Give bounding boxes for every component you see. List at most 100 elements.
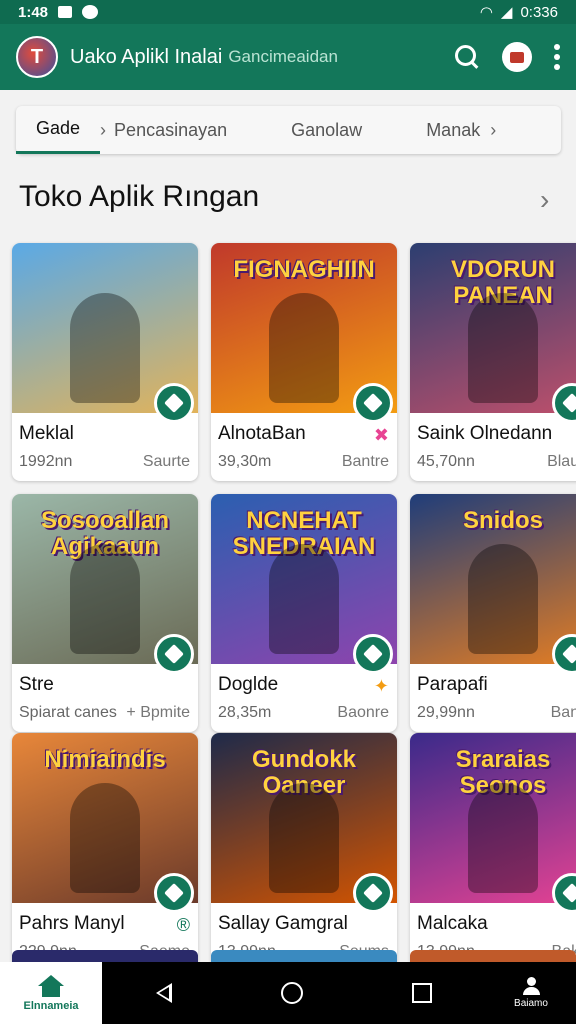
status-right-text: 0:336 — [520, 3, 558, 21]
install-badge-icon[interactable] — [552, 873, 576, 913]
app-name: Stre — [19, 674, 54, 695]
install-badge-icon[interactable] — [154, 873, 194, 913]
app-name: AlnotaBan — [218, 423, 306, 444]
tab-label: Manak — [426, 119, 481, 140]
install-badge-icon[interactable] — [353, 634, 393, 674]
app-subtitle: Gancimeaidan — [228, 47, 338, 66]
app-card[interactable]: NimiaindisPahrs Manyl229,9nnSaeme® — [12, 733, 198, 971]
app-tag: Band — [550, 704, 576, 721]
app-card[interactable]: NCNEHAT SNEDRAIAN Doglde 28,35m Baonre ✦ — [211, 494, 397, 732]
mail-icon — [58, 6, 73, 18]
install-badge-icon[interactable] — [154, 383, 194, 423]
app-tag: Saurte — [142, 453, 190, 470]
hero-figure — [70, 544, 140, 654]
system-home-icon[interactable] — [280, 982, 303, 1004]
app-bar: T Uako Aplikl Inalai Gancimeaidan — [0, 24, 576, 90]
hero-figure — [269, 544, 339, 654]
app-thumbnail: Gundokk Oaneer — [211, 733, 397, 913]
hero-figure — [269, 783, 339, 893]
app-size: Spiarat canes — [19, 704, 117, 721]
app-card[interactable]: Sraraias SeonosMalcaka13,99nnBaka — [410, 733, 576, 971]
signal-icon: ◢ — [500, 4, 513, 21]
app-thumbnail: VDORUN PANEAN — [410, 243, 576, 423]
app-size: 39,30m — [218, 453, 272, 470]
app-thumbnail — [12, 243, 198, 423]
app-name: Doglde — [218, 674, 279, 695]
chevron-right-icon[interactable]: › — [490, 120, 496, 141]
app-thumbnail: Nimiaindis — [12, 733, 198, 913]
install-badge-icon[interactable] — [353, 873, 393, 913]
status-time: 1:48 — [18, 3, 49, 21]
app-name: Meklal — [19, 423, 74, 444]
app-card[interactable]: VDORUN PANEANSaink Olnedann 45,70nn Blaud — [410, 243, 576, 481]
status-bar: 1:48 ◠ ◢ 0:336 — [0, 0, 576, 24]
app-card[interactable]: FIGNAGHIIN AlnotaBan 39,30m Bantre ✖ — [211, 243, 397, 481]
app-mark-icon: ® — [176, 915, 190, 935]
app-logo[interactable]: T — [16, 36, 58, 78]
search-icon[interactable] — [454, 44, 480, 70]
app-title: Uako Aplikl Inalai — [70, 45, 223, 68]
store-icon[interactable] — [502, 42, 532, 72]
app-name: Saink Olnedann — [417, 423, 553, 444]
wifi-icon: ◠ — [479, 4, 493, 21]
next-row-peek — [12, 950, 198, 962]
hero-figure — [70, 783, 140, 893]
category-tabs: Gade › Pencasinayan Ganolaw Manak › — [16, 106, 561, 154]
nav-profile[interactable]: Baiamo — [486, 977, 576, 1009]
tab-ganolaw[interactable]: Ganolaw — [247, 106, 382, 154]
profile-icon — [522, 977, 540, 995]
install-badge-icon[interactable] — [353, 383, 393, 423]
app-size: 1992nn — [19, 453, 73, 470]
app-name: Sallay Gamgral — [218, 913, 348, 934]
app-card[interactable]: Meklal 1992nn Saurte — [12, 243, 198, 481]
app-name: Malcaka — [417, 913, 488, 934]
recent-apps-icon[interactable] — [411, 983, 432, 1003]
hero-figure — [70, 293, 140, 403]
app-banner-text: FIGNAGHIIN — [233, 256, 375, 283]
logo-letter: T — [30, 45, 44, 68]
hero-figure — [269, 293, 339, 403]
nav-home-label: Elnnameia — [23, 999, 79, 1012]
tab-gade[interactable]: Gade — [16, 106, 101, 154]
app-mark-icon: ✖ — [373, 425, 389, 445]
app-thumbnail: NCNEHAT SNEDRAIAN — [211, 494, 397, 674]
app-size: 28,35m — [218, 704, 272, 721]
app-tag: + Bpmite — [126, 704, 190, 721]
app-tag: Baonre — [337, 704, 389, 721]
app-banner-text: Snidos — [462, 507, 543, 534]
app-thumbnail: FIGNAGHIIN — [211, 243, 397, 423]
app-size: 45,70nn — [417, 453, 475, 470]
app-card[interactable]: Sosooallan Agikaaun Stre Spiarat canes + Bp… — [12, 494, 198, 732]
nav-profile-label: Baiamo — [514, 998, 548, 1009]
nav-home[interactable]: Elnnameia — [0, 962, 102, 1024]
app-mark-icon: ✦ — [373, 676, 389, 696]
app-size: 29,99nn — [417, 704, 475, 721]
tab-manak[interactable]: Manak — [382, 106, 488, 154]
section-more-arrow-icon[interactable]: › — [540, 184, 549, 216]
more-options-icon[interactable] — [554, 44, 560, 70]
install-badge-icon[interactable] — [552, 383, 576, 423]
app-tag: Blaud — [547, 453, 576, 470]
app-card[interactable]: Gundokk OaneerSallay Gamgral13,99nnSeums — [211, 733, 397, 971]
section-title: Toko Aplik Rıngan — [19, 180, 260, 213]
bottom-navigation: Elnnameia Baiamo — [0, 962, 576, 1024]
app-card[interactable]: Snidos Parapafi 29,99nn Band — [410, 494, 576, 732]
install-badge-icon[interactable] — [552, 634, 576, 674]
next-row-peek — [211, 950, 397, 962]
hero-figure — [468, 544, 538, 654]
tab-label: Ganolaw — [291, 119, 363, 140]
app-banner-text: Nimiaindis — [44, 746, 166, 773]
home-icon — [38, 974, 64, 997]
hero-figure — [468, 293, 538, 403]
back-icon[interactable] — [156, 983, 173, 1003]
app-thumbnail: Sosooallan Agikaaun — [12, 494, 198, 674]
tab-pencasinayan[interactable]: Pencasinayan — [94, 106, 247, 154]
app-name: Parapafi — [417, 674, 488, 695]
tab-label: Gade — [36, 118, 81, 138]
app-thumbnail: Snidos — [410, 494, 576, 674]
tab-label: Pencasinayan — [114, 119, 228, 140]
chat-icon — [82, 5, 99, 19]
app-thumbnail: Sraraias Seonos — [410, 733, 576, 913]
next-row-peek — [410, 950, 576, 962]
install-badge-icon[interactable] — [154, 634, 194, 674]
